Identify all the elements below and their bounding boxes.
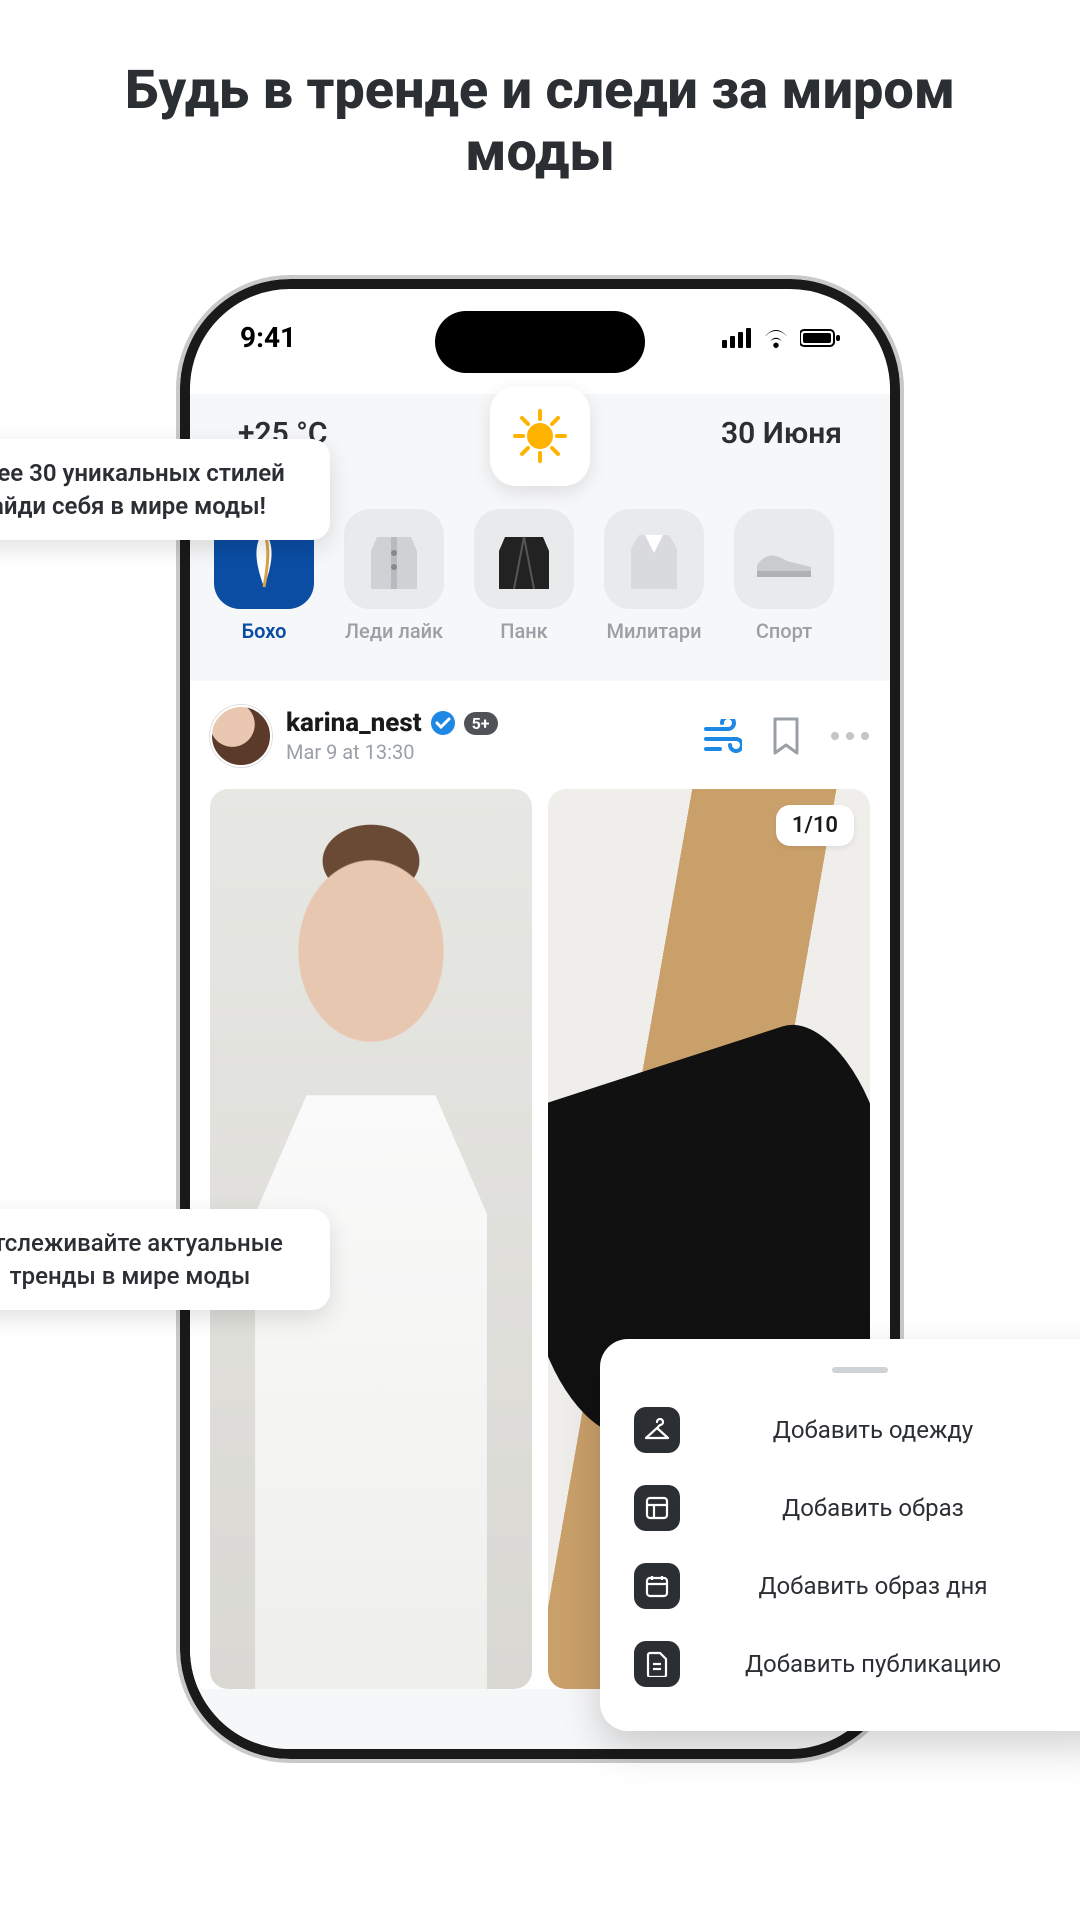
phone-mockup-area: 9:41 +25 °C [0,279,1080,1759]
grid-icon [645,1496,669,1520]
post-timestamp: Mar 9 at 13:30 [286,740,688,764]
document-icon [646,1651,668,1677]
category-ladylike[interactable]: Леди лайк [340,509,448,643]
hanger-icon [644,1418,670,1442]
page-headline: Будь в тренде и следи за миром моды [0,0,1080,184]
weather-filter-button[interactable] [702,716,742,756]
status-time: 9:41 [240,321,296,354]
more-button[interactable] [830,716,870,756]
avatar[interactable] [210,705,272,767]
sun-icon [512,408,568,464]
post-username[interactable]: karina_nest [286,708,422,738]
sheet-add-outfit[interactable]: Добавить образ [630,1469,1080,1547]
sheet-drag-handle[interactable] [832,1367,888,1373]
cellular-icon [722,328,752,348]
category-label: Леди лайк [345,619,443,643]
tooltip-styles: Более 30 уникальных стилей Найди себя в … [0,439,330,540]
post-badge: 5+ [464,712,498,735]
category-military[interactable]: Милитари [600,509,708,643]
jacket-icon [367,529,421,589]
sheet-item-label: Добавить образ [706,1494,1080,1522]
wifi-icon [762,328,790,348]
coat-icon [627,529,681,589]
category-punk[interactable]: Панк [470,509,578,643]
leather-jacket-icon [497,529,551,589]
wind-icon [702,719,742,753]
category-label: Панк [500,619,547,643]
calendar-icon [645,1574,669,1598]
weather-date: 30 Июня [721,416,842,451]
more-horizontal-icon [830,731,870,741]
sheet-item-label: Добавить образ дня [706,1572,1080,1600]
phone-notch [435,311,645,373]
category-label: Спорт [756,619,812,643]
sheet-add-clothes[interactable]: Добавить одежду [630,1391,1080,1469]
bookmark-button[interactable] [766,716,806,756]
sneaker-icon [753,539,815,579]
category-label: Милитари [606,619,701,643]
tooltip-trends: Отслеживайте актуальные тренды в мире мо… [0,1209,330,1310]
sheet-add-post[interactable]: Добавить публикацию [630,1625,1080,1703]
battery-icon [800,328,840,348]
bookmark-icon [771,717,801,755]
sheet-item-label: Добавить одежду [706,1416,1080,1444]
category-label: Бохо [242,619,287,643]
add-action-sheet: Добавить одежду Добавить образ Добавить … [600,1339,1080,1731]
verified-icon [430,710,456,736]
image-counter: 1/10 [776,805,854,846]
sheet-add-outfit-of-day[interactable]: Добавить образ дня [630,1547,1080,1625]
sheet-item-label: Добавить публикацию [706,1650,1080,1678]
weather-sun-chip[interactable] [490,386,590,486]
category-more[interactable]: Пр [860,509,890,643]
category-sport[interactable]: Спорт [730,509,838,643]
